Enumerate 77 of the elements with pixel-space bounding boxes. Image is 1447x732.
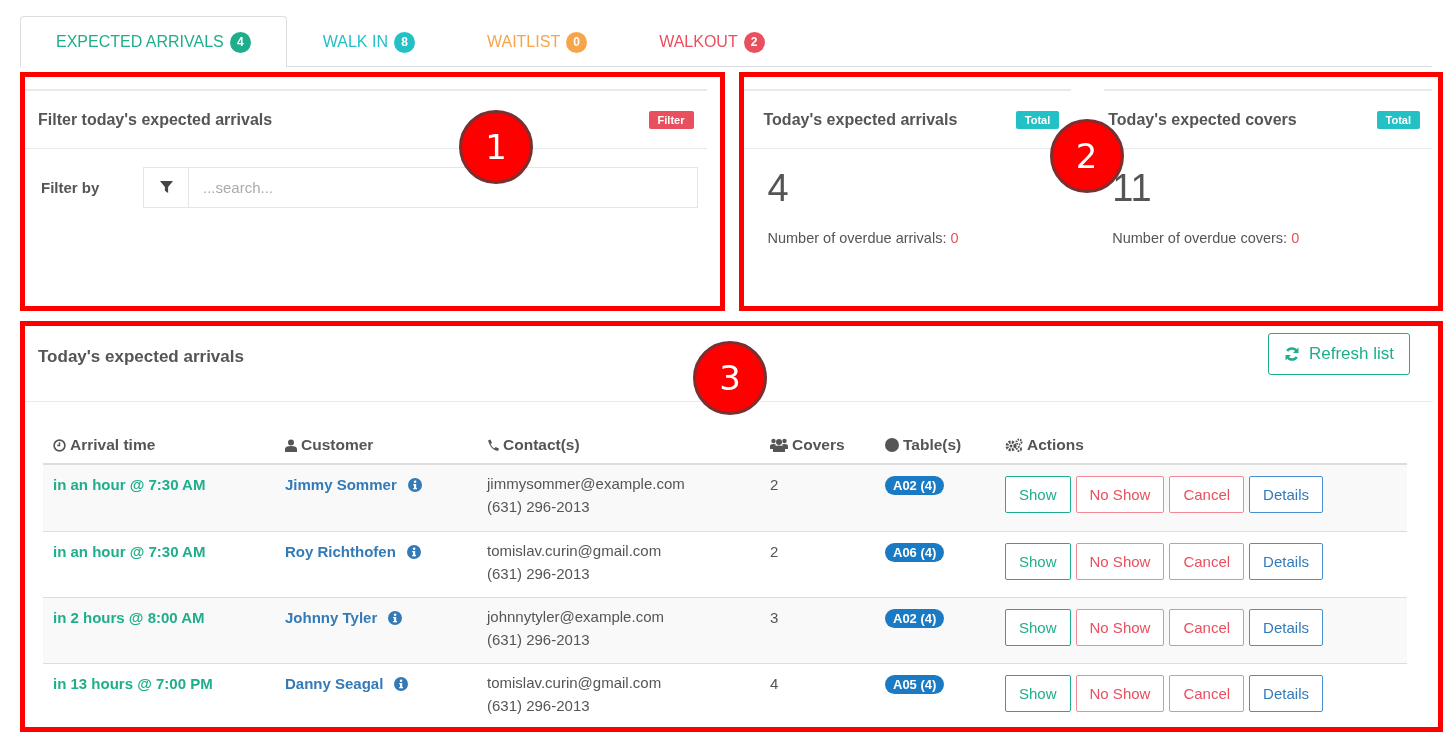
action-button[interactable]: Cancel (1169, 609, 1245, 646)
action-button[interactable]: No Show (1075, 476, 1165, 513)
overdue-label: Number of overdue covers: (1112, 230, 1288, 246)
column-header: Covers (792, 436, 845, 454)
email-text: johnnytyler@example.com (487, 607, 665, 626)
customer-link[interactable]: Johnny Tyler (285, 609, 378, 626)
table-badge: A06 (4) (885, 543, 945, 562)
covers-count: 4 (770, 675, 779, 692)
info-icon[interactable] (388, 611, 403, 625)
covers-count: 2 (770, 476, 779, 493)
table-badge: A02 (4) (885, 609, 945, 628)
covers-count: 3 (770, 609, 779, 626)
action-button[interactable]: No Show (1075, 675, 1165, 712)
covers-count: 2 (770, 543, 779, 560)
customer-link[interactable]: Jimmy Sommer (285, 476, 397, 493)
arrival-time: in 2 hours @ 8:00 AM (53, 609, 205, 626)
action-button[interactable]: Cancel (1169, 476, 1245, 513)
email-text: tomislav.curin@gmail.com (487, 673, 663, 692)
arrival-time: in 13 hours @ 7:00 PM (53, 675, 213, 692)
card-title: Today's expected arrivals (763, 110, 958, 129)
column-header: Actions (1027, 436, 1084, 454)
callout-number: 3 (693, 341, 767, 415)
action-button[interactable]: Show (1005, 543, 1071, 580)
action-button[interactable]: Details (1249, 543, 1323, 580)
column-header: Table(s) (903, 436, 962, 454)
action-button[interactable]: Cancel (1169, 543, 1245, 580)
filter-icon (159, 181, 173, 194)
overdue-value: 0 (950, 230, 959, 246)
action-button[interactable]: No Show (1075, 543, 1165, 580)
refresh-button[interactable]: Refresh list (1267, 333, 1410, 375)
tab[interactable]: EXPECTED ARRIVALS 4 (20, 16, 287, 67)
action-button[interactable]: No Show (1075, 609, 1165, 646)
action-button[interactable]: Details (1249, 476, 1323, 513)
field-label: Filter by (41, 179, 101, 196)
action-button[interactable]: Details (1249, 675, 1323, 712)
column-header: Contact(s) (503, 436, 580, 454)
phone-text: (631) 296-2013 (487, 564, 591, 583)
table-badge: A02 (4) (885, 476, 945, 495)
tab[interactable]: WALKOUT 2 (623, 16, 801, 67)
people-icon (770, 438, 788, 452)
arrival-time: in an hour @ 7:30 AM (53, 543, 206, 560)
card-title: Today's expected covers (1108, 110, 1297, 129)
info-icon[interactable] (394, 677, 409, 691)
column-header: Customer (301, 436, 374, 454)
action-button[interactable]: Show (1005, 609, 1071, 646)
stat-value: 11 (1111, 166, 1153, 210)
tab[interactable]: WAITLIST 0 (450, 16, 624, 67)
filter-badge: Filter (648, 110, 694, 129)
total-badge: Total (1376, 110, 1420, 129)
action-button[interactable]: Show (1005, 476, 1071, 513)
panel-title: Filter today's expected arrivals (38, 110, 273, 129)
column-header: Arrival time (70, 436, 156, 454)
circle-icon (885, 438, 899, 452)
callout-number: 1 (459, 110, 533, 184)
panel-title: Today's expected arrivals (38, 346, 244, 367)
phone-icon (487, 438, 499, 452)
table-badge: A05 (4) (885, 675, 945, 694)
phone-text: (631) 296-2013 (487, 696, 591, 715)
customer-link[interactable]: Danny Seagal (285, 675, 384, 692)
clock-icon (53, 438, 66, 452)
overdue-value: 0 (1291, 230, 1300, 246)
person-icon (285, 438, 297, 452)
phone-text: (631) 296-2013 (487, 630, 591, 649)
action-button[interactable]: Details (1249, 609, 1323, 646)
arrival-time: in an hour @ 7:30 AM (53, 476, 206, 493)
action-button[interactable]: Show (1005, 675, 1071, 712)
info-icon[interactable] (406, 545, 421, 559)
customer-link[interactable]: Roy Richthofen (285, 543, 396, 560)
email-text: jimmysommer@example.com (487, 474, 686, 493)
tab[interactable]: WALK IN 8 (286, 16, 451, 67)
stat-value: 4 (766, 166, 790, 210)
refresh-icon (1283, 346, 1300, 362)
overdue-label: Number of overdue arrivals: (767, 230, 947, 246)
email-text: tomislav.curin@gmail.com (487, 541, 663, 560)
info-icon[interactable] (407, 478, 422, 492)
action-button[interactable]: Cancel (1169, 675, 1245, 712)
phone-text: (631) 296-2013 (487, 497, 591, 516)
